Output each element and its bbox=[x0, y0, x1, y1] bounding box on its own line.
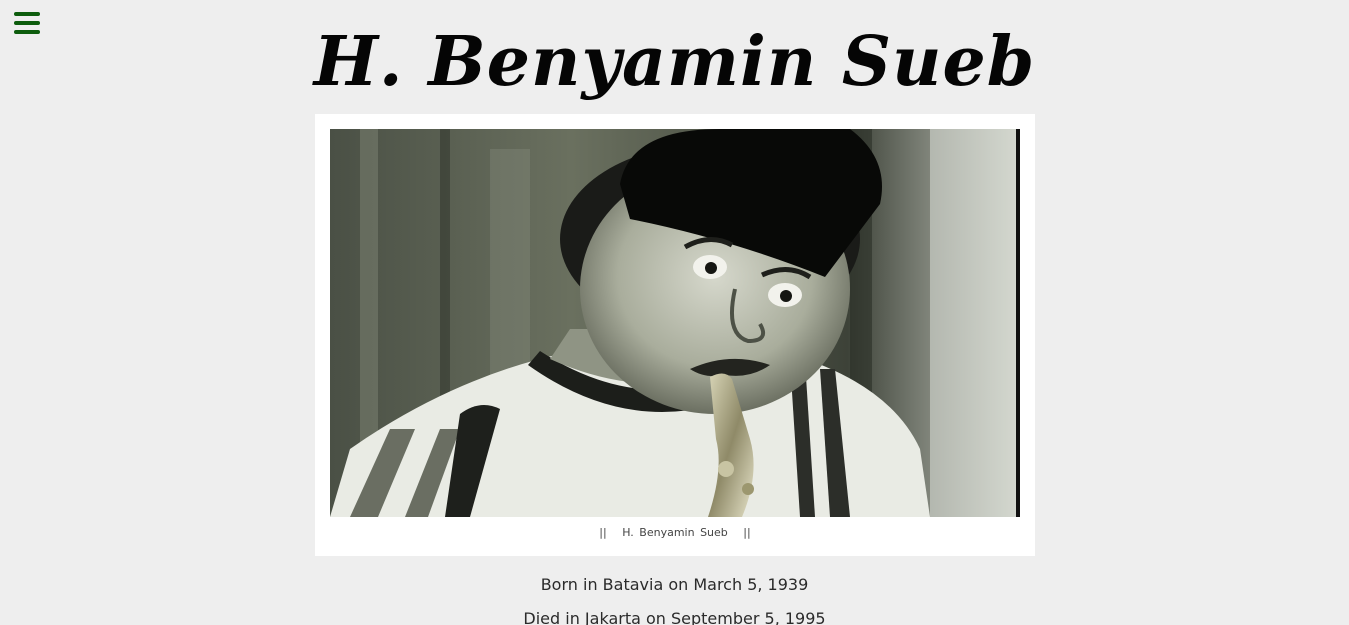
portrait-illustration bbox=[330, 129, 1020, 517]
photo-caption: || H. Benyamin Sueb || bbox=[315, 526, 1035, 539]
caption-separator: || bbox=[599, 526, 607, 539]
death-info: Died in Jakarta on September 5, 1995 bbox=[523, 609, 826, 625]
menu-bar bbox=[14, 12, 40, 16]
caption-separator: || bbox=[743, 526, 751, 539]
page-title: H. Benyamin Sueb bbox=[313, 22, 1036, 102]
photo-card: || H. Benyamin Sueb || bbox=[315, 114, 1035, 556]
caption-text: H. Benyamin Sueb bbox=[622, 526, 728, 539]
portrait-photo bbox=[330, 129, 1020, 517]
birth-info: Born in Batavia on March 5, 1939 bbox=[540, 575, 809, 594]
